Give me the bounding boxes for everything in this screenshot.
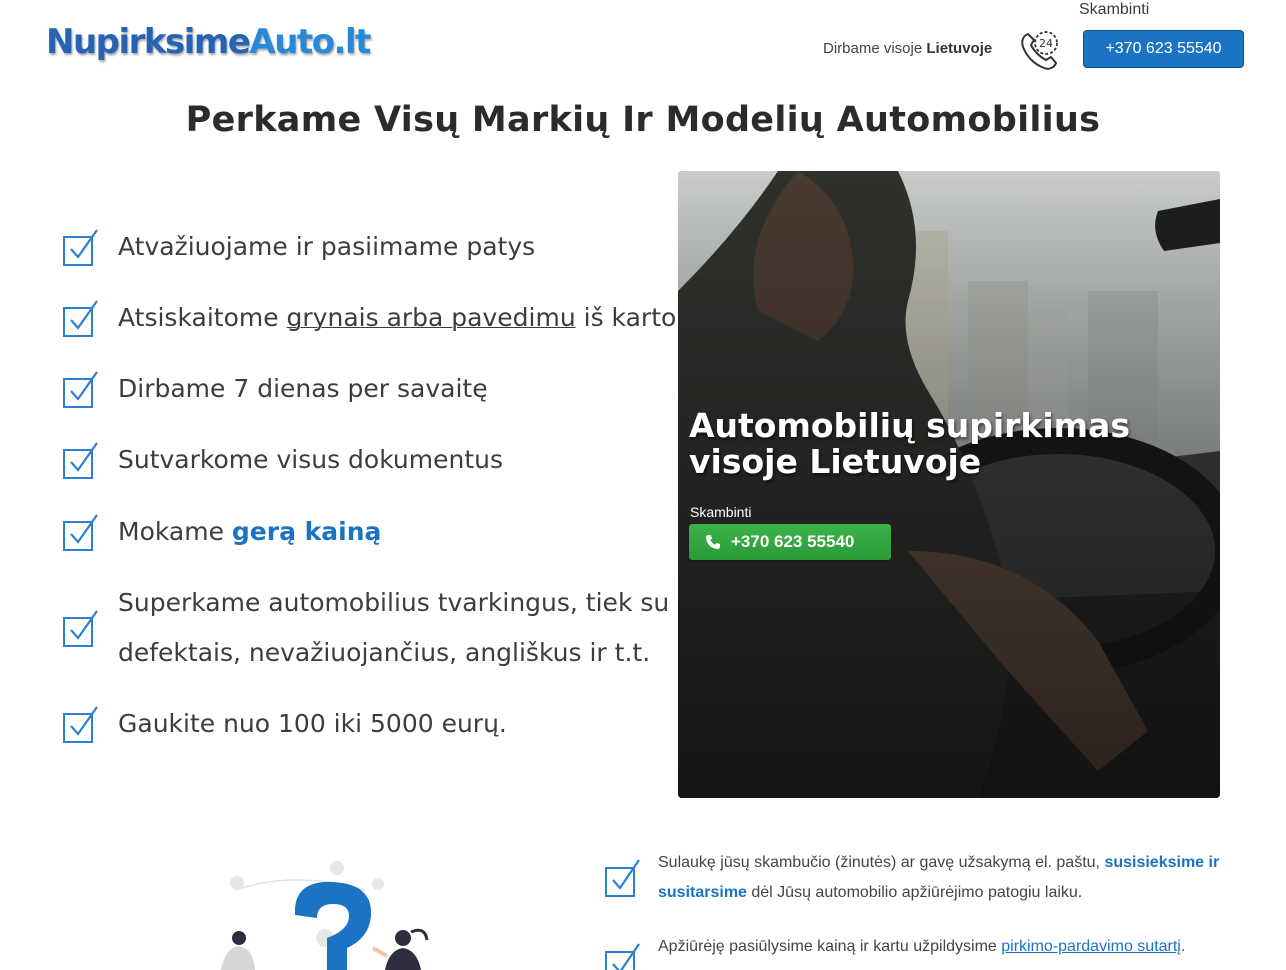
feature-item: Mokame gerą kainą <box>62 507 381 557</box>
feature-text-pre: Mokame <box>118 517 232 546</box>
site-logo[interactable]: NupirksimeAuto.lt <box>46 22 371 62</box>
phone-icon <box>706 535 720 549</box>
process-step-text: Sulaukę jūsų skambučio (žinutės) ar gavę… <box>658 848 1228 908</box>
page-title: Perkame Visų Markių Ir Modelių Automobil… <box>185 100 1101 140</box>
feature-text: Dirbame 7 dienas per savaitę <box>118 374 488 403</box>
checkbox-check-icon <box>63 442 98 479</box>
feature-text: Atvažiuojame ir pasiimame patys <box>118 232 536 261</box>
feature-item: Superkame automobilius tvarkingus, tiek … <box>62 578 698 678</box>
feature-text: Sutvarkome visus dokumentus <box>118 445 504 474</box>
hero-title-line2: visoje Lietuvoje <box>689 442 982 481</box>
feature-item: Dirbame 7 dienas per savaitę <box>62 364 488 414</box>
hero-call-button-label: +370 623 55540 <box>731 532 855 551</box>
checkbox-check-icon <box>63 229 98 266</box>
header-call-button[interactable]: +370 623 55540 <box>1083 30 1244 68</box>
feature-text-post: iš karto <box>575 303 677 332</box>
call-caption: Skambinti <box>1079 1 1150 18</box>
good-price-highlight: gerą kainą <box>231 517 382 546</box>
hero-banner: Automobilių supirkimas visoje Lietuvoje … <box>678 171 1220 798</box>
feature-item: Sutvarkome visus dokumentus <box>62 435 503 485</box>
feature-text: Mokame gerą kainą <box>118 507 381 557</box>
header-note-prefix: Dirbame visoje <box>823 40 923 57</box>
logo-part1: Nupirksime <box>46 22 251 62</box>
step-text-post: dėl Jūsų automobilio apžiūrėjimo patogiu… <box>746 884 1083 901</box>
step-text-post: . <box>1180 938 1186 955</box>
hero-call-button[interactable]: +370 623 55540 <box>689 524 891 560</box>
question-illustration <box>221 861 429 970</box>
feature-item: Atsiskaitome grynais arba pavedimu iš ka… <box>62 293 676 343</box>
process-step-text: Apžiūrėję pasiūlysime kainą ir kartu užp… <box>658 932 1228 962</box>
hero-photo-driver <box>678 171 1220 798</box>
feature-text: Atsiskaitome grynais arba pavedimu iš ka… <box>118 293 676 343</box>
payment-link[interactable]: grynais arba pavedimu <box>287 303 576 332</box>
phone-24h-icon: 24 <box>1021 31 1058 70</box>
checkbox-check-icon <box>605 943 640 970</box>
feature-item: Gaukite nuo 100 iki 5000 eurų. <box>62 699 507 749</box>
feature-text: Superkame automobilius tvarkingus, tiek … <box>118 588 670 667</box>
step-text-pre: Sulaukę jūsų skambučio (žinutės) ar gavę… <box>658 854 1105 871</box>
feature-text: Gaukite nuo 100 iki 5000 eurų. <box>118 709 507 738</box>
contract-link[interactable]: pirkimo-pardavimo sutartį <box>1001 938 1181 955</box>
checkbox-check-icon <box>63 300 98 337</box>
hero-title-line1: Automobilių supirkimas <box>689 406 1130 445</box>
checkbox-check-icon <box>63 514 98 551</box>
step-text-pre: Apžiūrėję pasiūlysime kainą ir kartu užp… <box>658 938 1002 955</box>
logo-part2: Auto.lt <box>249 22 371 62</box>
checkbox-check-icon <box>605 859 640 897</box>
hero-call-caption: Skambinti <box>690 504 752 520</box>
checkbox-check-icon <box>63 610 98 647</box>
header-note-bold: Lietuvoje <box>926 40 993 57</box>
header-note: Dirbame visoje Lietuvoje <box>823 40 992 57</box>
checkbox-check-icon <box>63 706 98 743</box>
feature-text-pre: Atsiskaitome <box>118 303 287 332</box>
feature-item: Atvažiuojame ir pasiimame patys <box>62 222 535 272</box>
svg-text:24: 24 <box>1039 37 1053 50</box>
hero-title: Automobilių supirkimas visoje Lietuvoje <box>689 408 1209 480</box>
checkbox-check-icon <box>63 371 98 408</box>
